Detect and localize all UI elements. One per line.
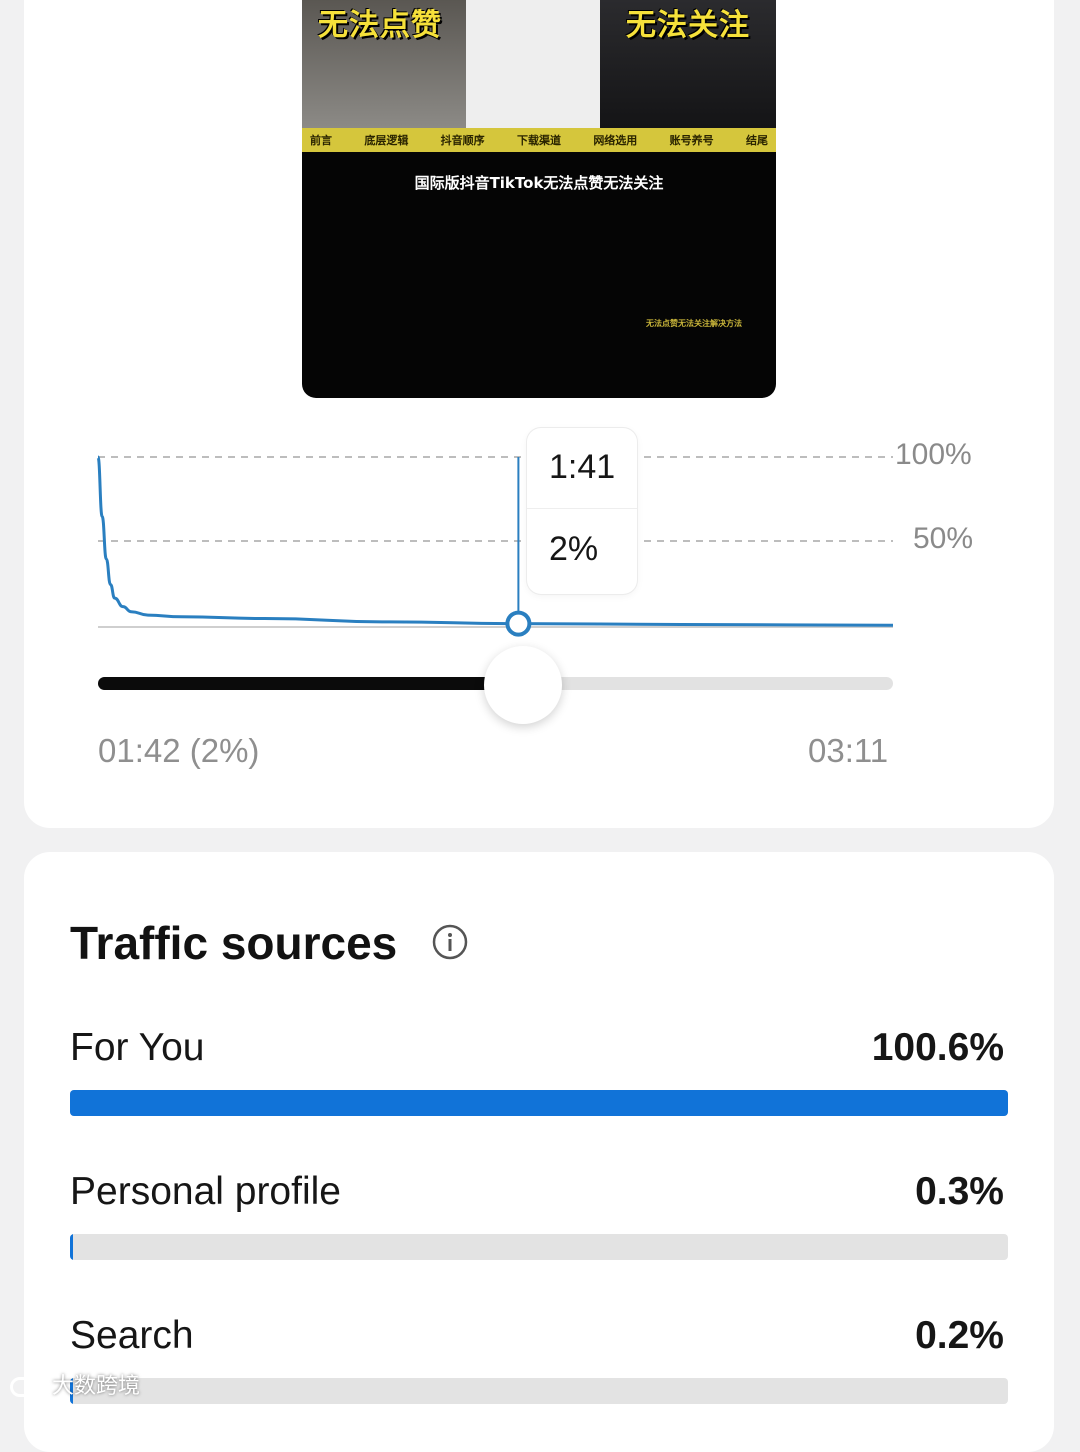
- source-bar-personal-profile: [70, 1234, 1008, 1260]
- tooltip-divider: [527, 508, 637, 509]
- source-label-search: Search: [70, 1314, 194, 1357]
- duration-label: 03:11: [808, 732, 889, 769]
- chart-tooltip: 1:41 2%: [527, 428, 637, 594]
- source-value-personal-profile: 0.3%: [915, 1170, 1004, 1213]
- tooltip-percent: 2%: [549, 530, 599, 568]
- info-icon[interactable]: [432, 924, 468, 960]
- playhead-point[interactable]: [505, 610, 532, 637]
- source-bar-for-you: [70, 1090, 1008, 1116]
- source-bar-search: [70, 1378, 1008, 1404]
- source-bar-fill-for-you: [70, 1090, 1008, 1116]
- traffic-sources-title: Traffic sources: [70, 917, 398, 969]
- watermark-logo-icon: [10, 1377, 48, 1397]
- tooltip-time: 1:41: [549, 448, 616, 486]
- source-label-personal-profile: Personal profile: [70, 1170, 341, 1213]
- timeline-slider-progress: [98, 677, 523, 690]
- source-value-for-you: 100.6%: [871, 1026, 1004, 1069]
- watermark-text: 大数跨境: [52, 1374, 141, 1399]
- current-position-label: 01:42 (2%): [98, 732, 260, 769]
- watermark: 大数跨境: [10, 1368, 140, 1400]
- y-axis-label-100: 100%: [895, 438, 972, 471]
- timeline-slider-handle[interactable]: [483, 646, 562, 724]
- y-axis-label-50: 50%: [913, 522, 974, 555]
- source-bar-fill-personal-profile: [70, 1234, 73, 1260]
- source-label-for-you: For You: [70, 1026, 205, 1069]
- source-value-search: 0.2%: [915, 1314, 1004, 1357]
